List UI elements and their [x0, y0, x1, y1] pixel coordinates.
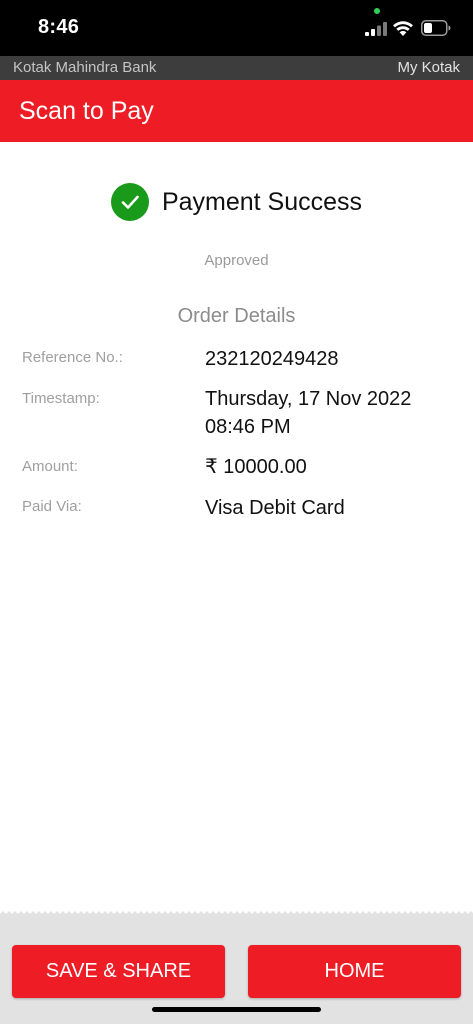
my-kotak-link[interactable]: My Kotak [397, 59, 460, 76]
save-share-button[interactable]: SAVE & SHARE [12, 945, 225, 998]
amount-value: ₹ 10000.00 [205, 456, 307, 478]
amount-label: Amount: [22, 458, 78, 475]
bank-name: Kotak Mahindra Bank [13, 59, 157, 76]
checkmark-icon [121, 195, 139, 209]
timestamp-value: Thursday, 17 Nov 2022 08:46 PM [205, 388, 412, 438]
home-indicator[interactable] [152, 1007, 321, 1012]
reference-label: Reference No.: [22, 349, 123, 366]
status-time: 8:46 [38, 16, 80, 38]
status-bar: 8:46 [0, 0, 473, 56]
brand-bar: Kotak Mahindra Bank My Kotak [0, 56, 473, 80]
page-title: Scan to Pay [19, 97, 154, 125]
payment-status-title: Payment Success [161, 187, 363, 216]
paid-via-value: Visa Debit Card [205, 497, 345, 519]
reference-value: 232120249428 [205, 348, 339, 370]
paid-via-label: Paid Via: [22, 498, 82, 515]
payment-receipt-screen: 8:46 Kotak Mahindra Bank My Kotak Scan t… [0, 0, 473, 1024]
order-details-title: Order Details [177, 305, 296, 327]
check-circle-icon [110, 183, 149, 221]
signal-icon [365, 22, 387, 36]
wifi-icon [393, 21, 413, 36]
approval-status: Approved [204, 252, 269, 269]
payment-status-row: Payment Success [0, 182, 473, 222]
battery-icon [421, 20, 451, 36]
header: Scan to Pay [0, 80, 473, 142]
home-button[interactable]: HOME [248, 945, 461, 998]
status-icons [345, 8, 455, 48]
camera-indicator-dot [374, 8, 380, 14]
timestamp-label: Timestamp: [22, 390, 100, 407]
